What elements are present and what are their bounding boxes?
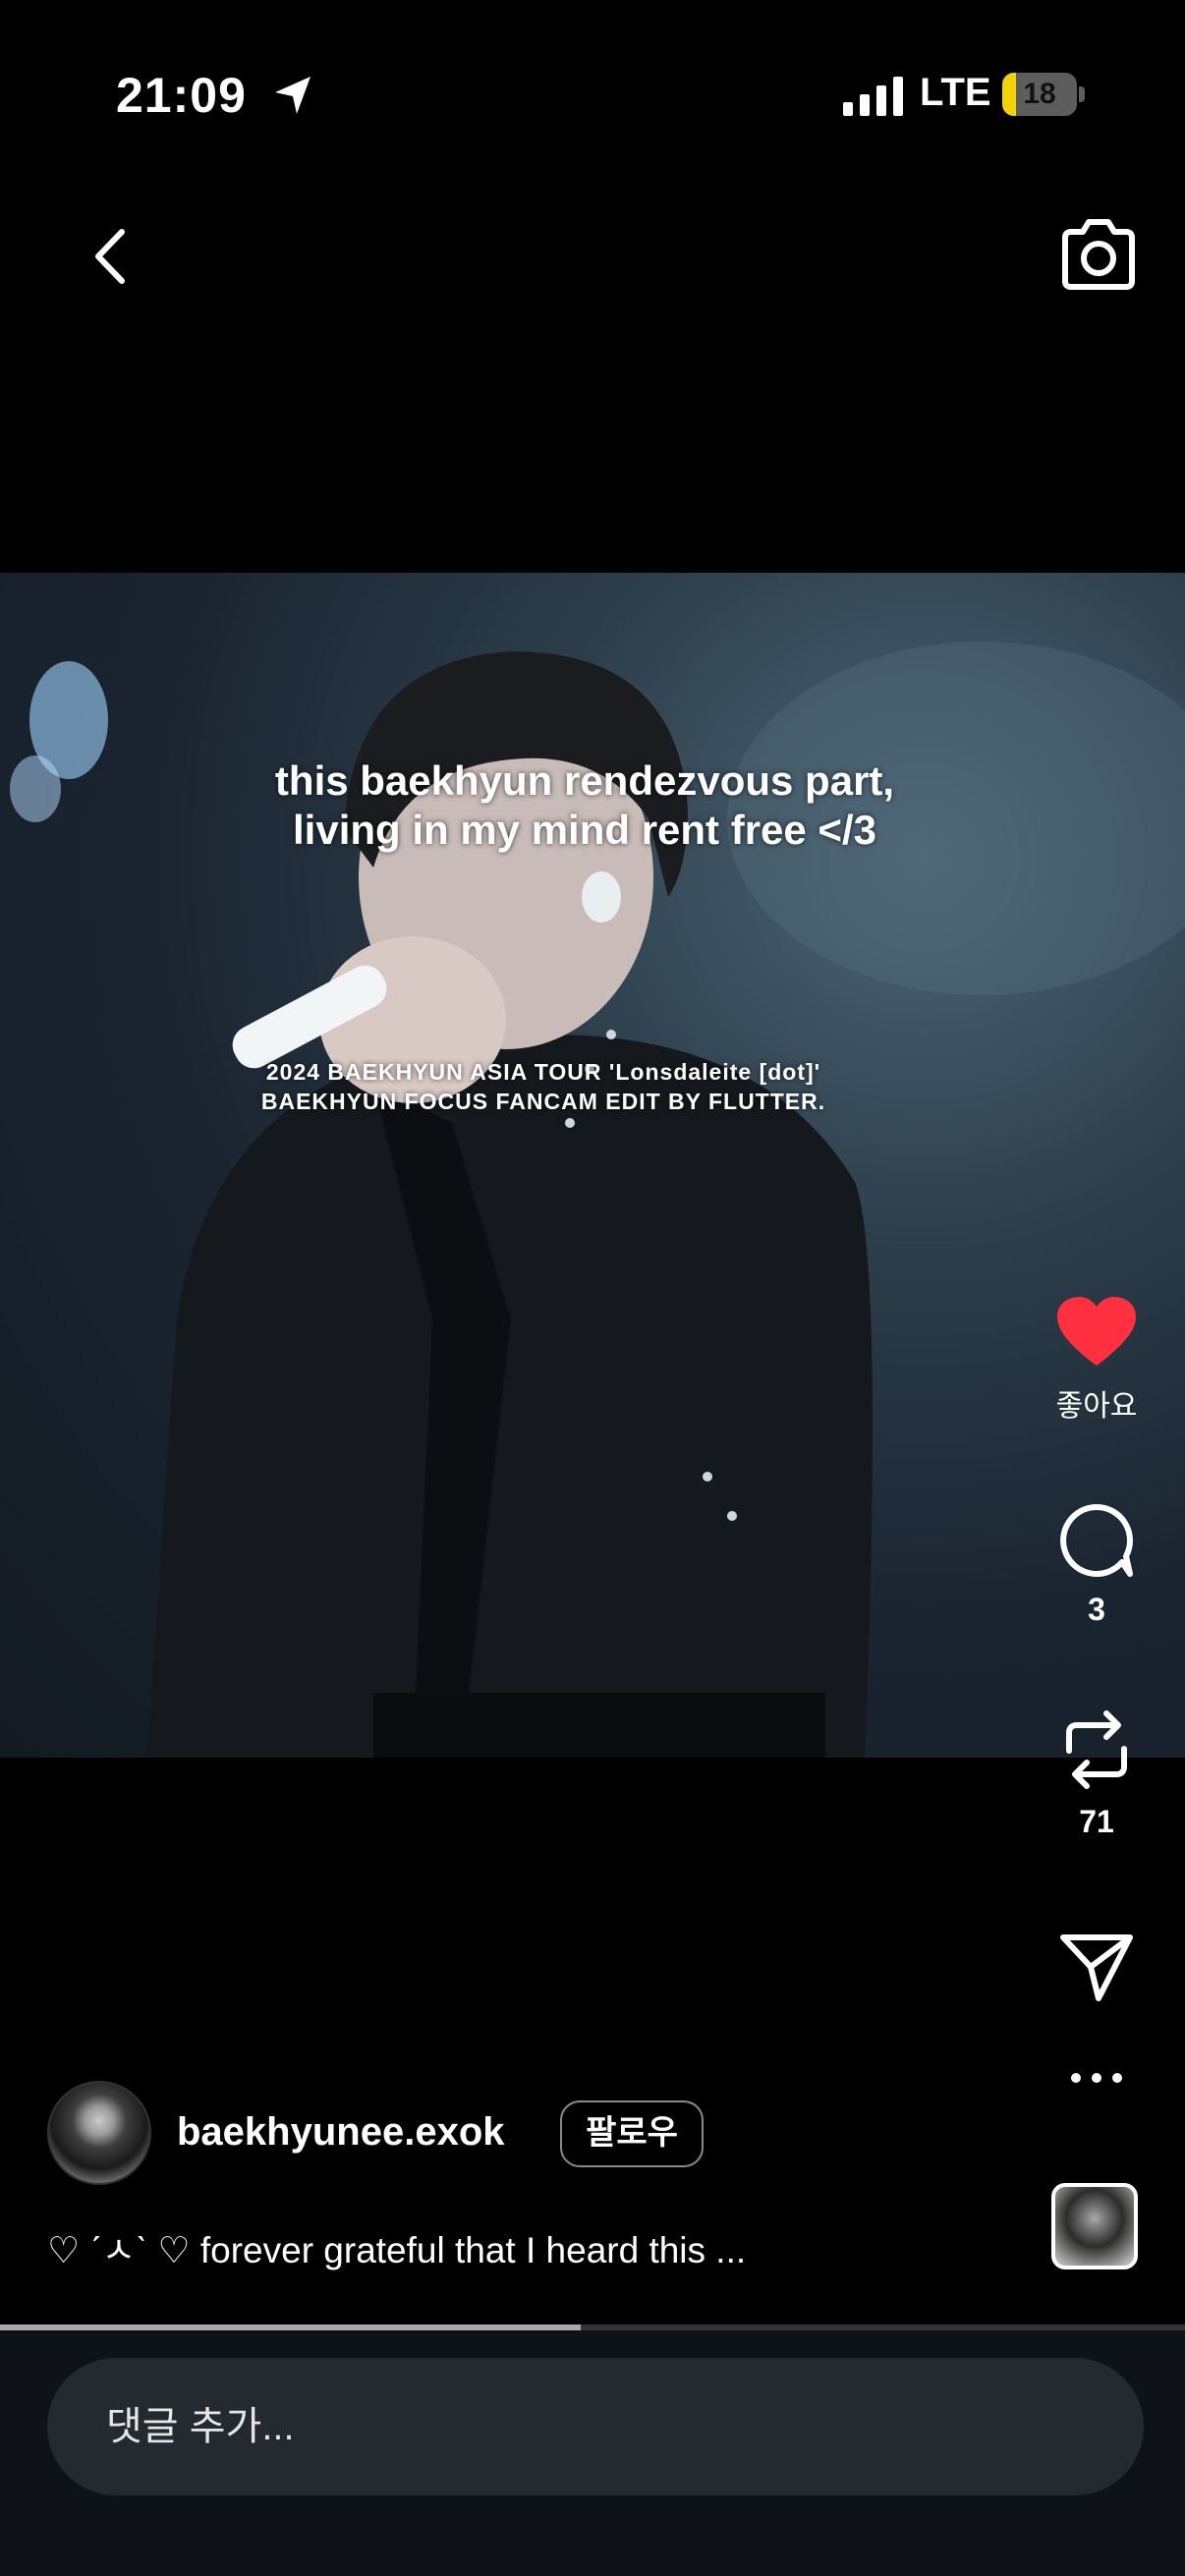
back-button[interactable] xyxy=(83,224,141,289)
like-button[interactable]: 좋아요 xyxy=(1051,1295,1142,1425)
video-caption-line2: living in my mind rent free </3 xyxy=(293,807,876,853)
username[interactable]: baekhyunee.exok xyxy=(177,2110,505,2155)
chevron-left-icon xyxy=(95,229,125,284)
comment-input[interactable]: 댓글 추가... xyxy=(47,2358,1144,2495)
comment-bubble-icon xyxy=(1060,1504,1133,1577)
video-credit-line2: BAEKHYUN FOCUS FANCAM EDIT BY FLUTTER. xyxy=(260,1089,826,1114)
battery-level: 18 xyxy=(1023,78,1056,110)
comment-button[interactable]: 3 xyxy=(1051,1501,1142,1628)
repost-button[interactable]: 71 xyxy=(1051,1708,1142,1840)
camera-button[interactable] xyxy=(1057,216,1140,293)
heart-icon xyxy=(1057,1297,1136,1366)
comment-count: 3 xyxy=(1088,1592,1105,1627)
video-credit-line1: 2024 BAEKHYUN ASIA TOUR 'Lonsdaleite [do… xyxy=(265,1059,821,1085)
user-avatar[interactable] xyxy=(47,2081,151,2185)
like-label: 좋아요 xyxy=(1055,1390,1138,1423)
video-caption-line1: this baekhyun rendezvous part, xyxy=(274,757,895,804)
network-type: LTE xyxy=(920,71,991,114)
battery-indicator: 18 xyxy=(1002,73,1085,116)
repost-count: 71 xyxy=(1079,1804,1114,1839)
audio-thumbnail[interactable] xyxy=(1051,2183,1138,2269)
camera-icon xyxy=(1062,219,1135,290)
reel-video[interactable] xyxy=(0,573,1185,1758)
video-frame-image xyxy=(10,642,1185,1758)
location-arrow-icon xyxy=(275,77,310,114)
post-caption[interactable]: ♡ ˊㅅˋ ♡ forever grateful that I heard th… xyxy=(47,2220,746,2273)
cellular-signal-icon xyxy=(843,77,903,116)
more-options-button[interactable] xyxy=(1051,2071,1142,2085)
follow-button[interactable]: 팔로우 xyxy=(560,2100,704,2167)
video-credit: 2024 BAEKHYUN ASIA TOUR 'Lonsdaleite [do… xyxy=(0,1057,1136,1116)
more-dots-icon xyxy=(1071,2073,1122,2083)
share-button[interactable] xyxy=(1051,1932,1142,2002)
video-caption: this baekhyun rendezvous part, living in… xyxy=(0,756,1177,855)
repost-icon xyxy=(1066,1710,1127,1789)
status-time: 21:09 xyxy=(116,68,247,123)
paper-plane-icon xyxy=(1060,1934,1133,2001)
